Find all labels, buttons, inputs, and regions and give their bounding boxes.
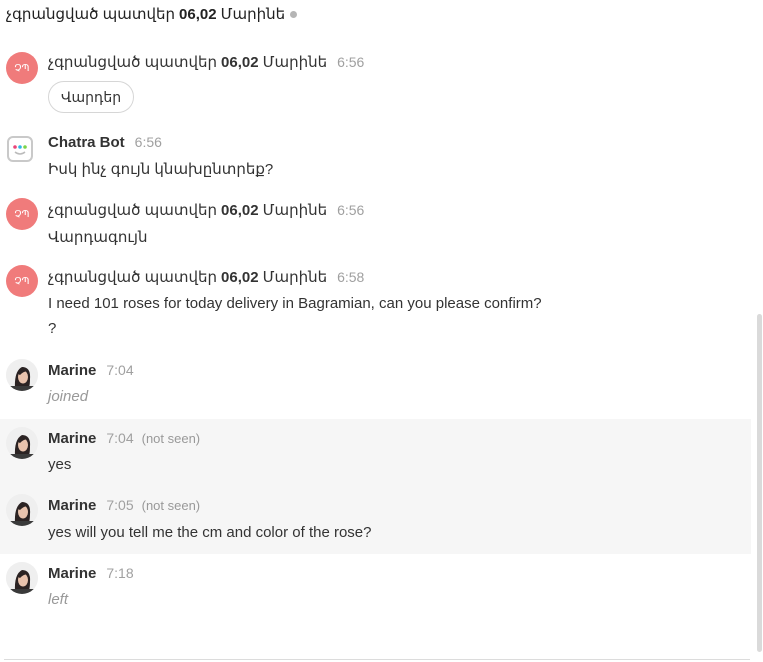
message-meta: Chatra Bot 6:56 <box>48 134 162 151</box>
message-meta: Marine 7:05 (not seen) <box>48 497 200 514</box>
message-text: I need 101 roses for today delivery in B… <box>48 295 542 312</box>
sender-name: Marine <box>48 565 97 582</box>
sender-name: Chatra Bot <box>48 134 125 151</box>
message-text: yes will you tell me the cm and color of… <box>48 524 372 541</box>
message-time: 7:04 <box>106 430 134 446</box>
seen-status: (not seen) <box>141 431 201 446</box>
online-status-dot <box>290 10 298 18</box>
sender-name: չգրանցված պատվեր 06,02 Մարինե <box>48 202 328 219</box>
message-time: 6:56 <box>337 202 365 218</box>
sender-name: Marine <box>48 497 97 514</box>
agent-avatar <box>6 427 38 459</box>
sender-name: չգրանցված պատվեր 06,02 Մարինե <box>48 269 328 286</box>
message-time: 6:58 <box>337 269 365 285</box>
title-part-2: 06,02 <box>179 5 217 23</box>
message-text-2: ? <box>48 320 57 337</box>
seen-status: (not seen) <box>141 498 201 513</box>
divider <box>4 659 750 660</box>
conversation-title: չգրանցված պատվեր 06,02 Մարինե <box>6 4 298 24</box>
message-meta: չգրանցված պատվեր 06,02 Մարինե 6:58 <box>48 268 364 286</box>
visitor-avatar: ՉՊ <box>6 52 38 84</box>
system-event-text: joined <box>48 388 89 405</box>
visitor-avatar: ՉՊ <box>6 265 38 297</box>
message-meta: Marine 7:18 <box>48 565 134 582</box>
sender-name: Marine <box>48 362 97 379</box>
message-time: 7:18 <box>106 565 134 581</box>
message-time: 7:04 <box>106 362 134 378</box>
message-text: yes <box>48 456 72 473</box>
message-time: 6:56 <box>337 54 365 70</box>
message-text: Իսկ ինչ գույն կնախընտրեք? <box>48 161 274 178</box>
agent-avatar <box>6 562 38 594</box>
sender-name: Marine <box>48 430 97 447</box>
title-part-3: Մարինե <box>220 6 286 23</box>
scrollbar[interactable] <box>757 314 762 652</box>
title-part-1: չգրանցված պատվեր <box>6 6 176 23</box>
quick-reply-button[interactable]: Վարդեր <box>48 81 135 113</box>
system-event-text: left <box>48 591 69 608</box>
message-time: 7:05 <box>106 497 134 513</box>
message-meta: Marine 7:04 (not seen) <box>48 430 200 447</box>
message-meta: Marine 7:04 <box>48 362 134 379</box>
message-time: 6:56 <box>134 134 162 150</box>
chatra-bot-icon <box>7 136 33 162</box>
message-text: Վարդագույն <box>48 229 148 246</box>
message-meta: չգրանցված պատվեր 06,02 Մարինե 6:56 <box>48 201 364 219</box>
sender-name: չգրանցված պատվեր 06,02 Մարինե <box>48 54 328 71</box>
agent-avatar <box>6 359 38 391</box>
visitor-avatar: ՉՊ <box>6 198 38 230</box>
agent-avatar <box>6 494 38 526</box>
message-meta: չգրանցված պատվեր 06,02 Մարինե 6:56 <box>48 53 364 71</box>
